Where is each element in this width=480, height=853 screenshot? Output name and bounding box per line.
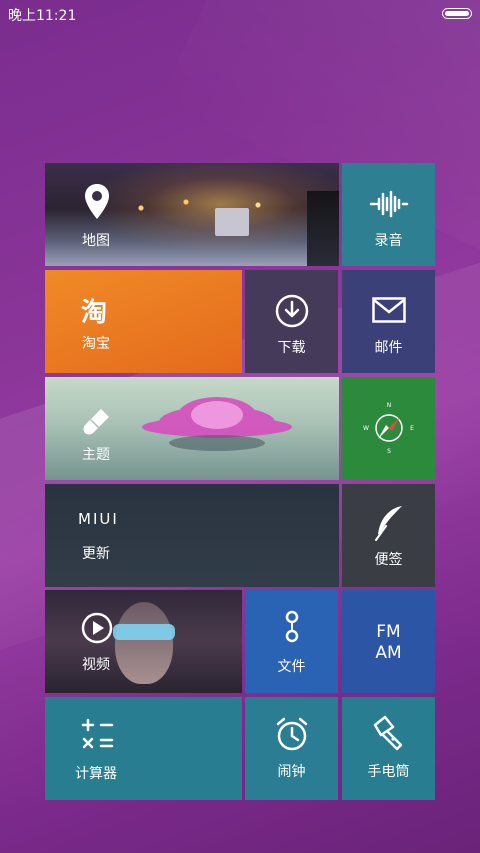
tile-label: 录音 xyxy=(374,233,403,249)
file-manager-icon xyxy=(285,610,298,643)
flower-photo xyxy=(142,397,292,451)
miui-logo: MIUI xyxy=(78,510,119,528)
tile-theme[interactable]: 主题 xyxy=(45,377,339,480)
map-pin-icon xyxy=(85,184,109,219)
tile-label: 视频 xyxy=(82,657,110,673)
tile-label: 邮件 xyxy=(374,340,403,356)
envelope-icon xyxy=(371,297,406,323)
tile-label: 主题 xyxy=(82,447,110,463)
calculator-icon xyxy=(81,718,114,749)
svg-text:S: S xyxy=(387,448,391,455)
play-icon xyxy=(81,612,113,644)
svg-text:N: N xyxy=(386,402,391,409)
tile-taobao[interactable]: 淘 淘宝 xyxy=(45,270,242,373)
tile-clock[interactable]: 闹钟 xyxy=(245,697,338,800)
tile-label: 计算器 xyxy=(75,766,117,782)
status-time: 晚上11:21 xyxy=(8,8,77,24)
tile-label: 闹钟 xyxy=(277,764,306,780)
tile-label: 文件 xyxy=(277,659,306,675)
feather-icon xyxy=(374,506,402,541)
tile-mail[interactable]: 邮件 xyxy=(342,270,435,373)
tile-label: 便签 xyxy=(374,552,403,568)
tile-files[interactable]: 文件 xyxy=(245,590,338,693)
battery-icon xyxy=(442,8,472,19)
fm-am-label: FM AM xyxy=(375,622,402,663)
map-photo-house xyxy=(215,208,249,236)
status-bar: 晚上11:21 xyxy=(0,0,480,26)
taobao-icon: 淘 xyxy=(81,298,108,328)
video-photo-face xyxy=(115,602,173,684)
tile-recorder[interactable]: 录音 xyxy=(342,163,435,266)
sound-wave-icon xyxy=(369,190,408,218)
tile-update[interactable]: MIUI 更新 xyxy=(45,484,339,587)
compass-icon: N S W E xyxy=(363,402,414,455)
paintbrush-icon xyxy=(83,409,109,435)
map-photo-lights xyxy=(105,193,285,223)
tile-fm-radio[interactable]: FM AM xyxy=(342,590,435,693)
tile-label: 下载 xyxy=(277,340,306,356)
svg-text:W: W xyxy=(363,425,369,432)
tile-notes[interactable]: 便签 xyxy=(342,484,435,587)
tile-map[interactable]: 地图 xyxy=(45,163,339,266)
tile-video[interactable]: 视频 xyxy=(45,590,242,693)
tile-label: 地图 xyxy=(82,233,110,249)
download-icon xyxy=(275,294,308,328)
map-photo-trees xyxy=(307,191,339,266)
flashlight-icon xyxy=(373,715,402,751)
tile-label: 手电筒 xyxy=(367,764,410,780)
tile-calculator[interactable]: 计算器 xyxy=(45,697,242,800)
tile-download[interactable]: 下载 xyxy=(245,270,338,373)
tile-flashlight[interactable]: 手电筒 xyxy=(342,697,435,800)
tile-label: 更新 xyxy=(82,546,110,562)
alarm-clock-icon xyxy=(276,717,307,751)
svg-text:E: E xyxy=(410,425,414,432)
tile-compass[interactable]: N S W E xyxy=(342,377,435,480)
tile-label: 淘宝 xyxy=(82,336,110,352)
video-photo-goggles xyxy=(113,624,175,640)
